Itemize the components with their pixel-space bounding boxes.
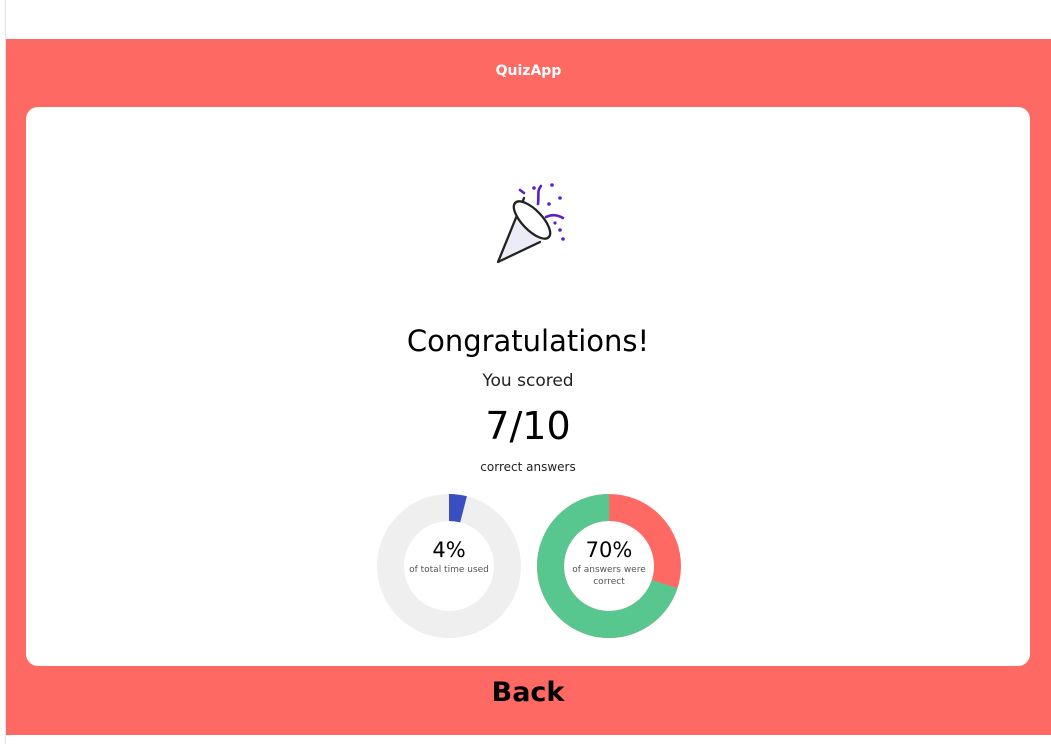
score-value: 7/10 [485,404,571,448]
correct-answers-label: of answers were correct [572,565,646,587]
correct-donut-center: 70% of answers were correct [559,538,659,588]
result-card: Congratulations! You scored 7/10 correct… [26,107,1030,666]
time-used-donut: 4% of total time used [377,494,521,638]
congratulations-heading: Congratulations! [406,324,650,358]
time-used-label: of total time used [409,565,489,575]
party-popper-icon [494,180,574,265]
correct-answers-value: 70% [585,538,633,562]
score-caption: correct answers [480,460,576,474]
time-used-value: 4% [432,538,466,562]
quiz-app: QuizApp Congratulations! You scored 7/10… [6,39,1051,735]
app-title: QuizApp [495,63,562,79]
score-subheading: You scored [482,371,574,391]
correct-answers-donut: 70% of answers were correct [537,494,681,638]
time-donut-center: 4% of total time used [399,538,499,576]
back-button[interactable]: Back [478,673,578,713]
